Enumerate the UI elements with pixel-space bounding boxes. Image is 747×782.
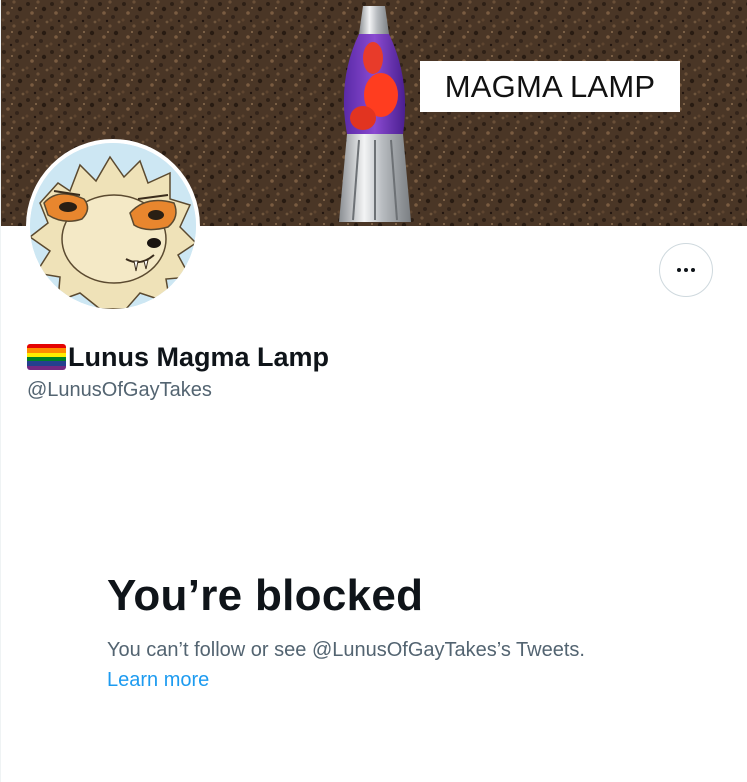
display-name: Lunus Magma Lamp	[68, 341, 330, 372]
blocked-description: You can’t follow or see @LunusOfGayTakes…	[107, 639, 585, 661]
learn-more-link[interactable]: Learn more	[107, 669, 209, 692]
avatar[interactable]	[26, 139, 200, 313]
profile-page: MAGMA LAMP Lunus Magma Lamp @LunusOfGayT…	[0, 0, 747, 782]
more-options-button[interactable]	[659, 243, 713, 297]
more-horizontal-icon	[677, 268, 695, 272]
rainbow-flag-icon	[27, 344, 66, 370]
blocked-title: You’re blocked	[107, 571, 424, 620]
display-name-row: Lunus Magma Lamp	[27, 340, 329, 374]
user-handle: @LunusOfGayTakes	[27, 379, 212, 401]
banner-label: MAGMA LAMP	[420, 61, 680, 112]
avatar-image	[30, 143, 196, 309]
